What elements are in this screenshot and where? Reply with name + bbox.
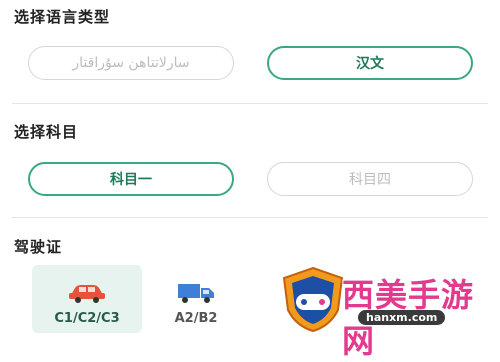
shield-logo-icon <box>282 266 344 333</box>
language-option-label: 汉文 <box>356 56 384 72</box>
subject-option-1[interactable]: 科目一 <box>28 162 234 196</box>
language-section-title: 选择语言类型 <box>14 8 111 26</box>
subject-option-4[interactable]: 科目四 <box>267 162 473 196</box>
divider <box>12 103 488 104</box>
watermark-url: hanxm.com <box>358 310 446 325</box>
license-option-a2[interactable]: A2/B2 <box>141 265 251 333</box>
truck-icon <box>178 284 214 303</box>
divider <box>12 217 488 218</box>
license-section-title: 驾驶证 <box>14 238 63 256</box>
license-option-label: C1/C2/C3 <box>54 311 120 326</box>
subject-option-label: 科目一 <box>110 172 152 188</box>
car-icon <box>69 285 105 303</box>
license-option-c1[interactable]: C1/C2/C3 <box>32 265 142 333</box>
watermark: 西美手游网 hanxm.com <box>278 266 500 360</box>
subject-section-title: 选择科目 <box>14 123 79 141</box>
subject-option-label: 科目四 <box>349 172 391 188</box>
language-option-chinese[interactable]: 汉文 <box>267 46 473 80</box>
license-option-label: A2/B2 <box>174 311 218 326</box>
language-option-uyghur[interactable]: سارلاتتاھن سۇراقتار <box>28 46 234 80</box>
language-option-label: سارلاتتاھن سۇراقتار <box>72 55 190 71</box>
